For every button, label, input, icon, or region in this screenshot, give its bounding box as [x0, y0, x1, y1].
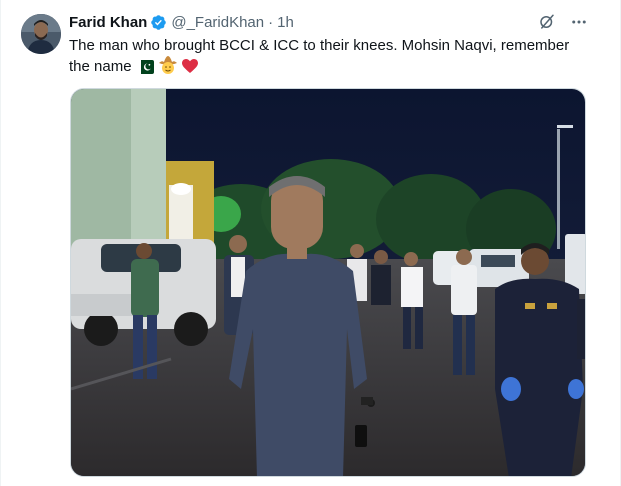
photo-scene	[71, 89, 585, 476]
more-options-icon[interactable]	[570, 13, 588, 31]
tweet-card[interactable]: Farid Khan @_FaridKhan · 1h The man who …	[0, 0, 621, 486]
avatar-image	[21, 14, 61, 54]
red-heart-emoji	[182, 59, 199, 80]
tweet-header: Farid Khan @_FaridKhan · 1h	[69, 12, 294, 32]
cowboy-face-emoji	[158, 56, 178, 80]
avatar[interactable]	[21, 14, 61, 54]
separator-dot: ·	[268, 13, 274, 31]
author-display-name[interactable]: Farid Khan	[69, 14, 147, 31]
pakistan-flag-emoji	[135, 60, 154, 80]
verified-badge-icon	[150, 14, 167, 31]
tweet-actions	[538, 13, 588, 31]
tweet-timestamp[interactable]: 1h	[277, 14, 294, 31]
author-handle[interactable]: @_FaridKhan	[171, 14, 264, 31]
tweet-photo[interactable]	[70, 88, 586, 477]
tweet-text: The man who brought BCCI & ICC to their …	[69, 36, 589, 80]
grok-icon[interactable]	[538, 13, 556, 31]
